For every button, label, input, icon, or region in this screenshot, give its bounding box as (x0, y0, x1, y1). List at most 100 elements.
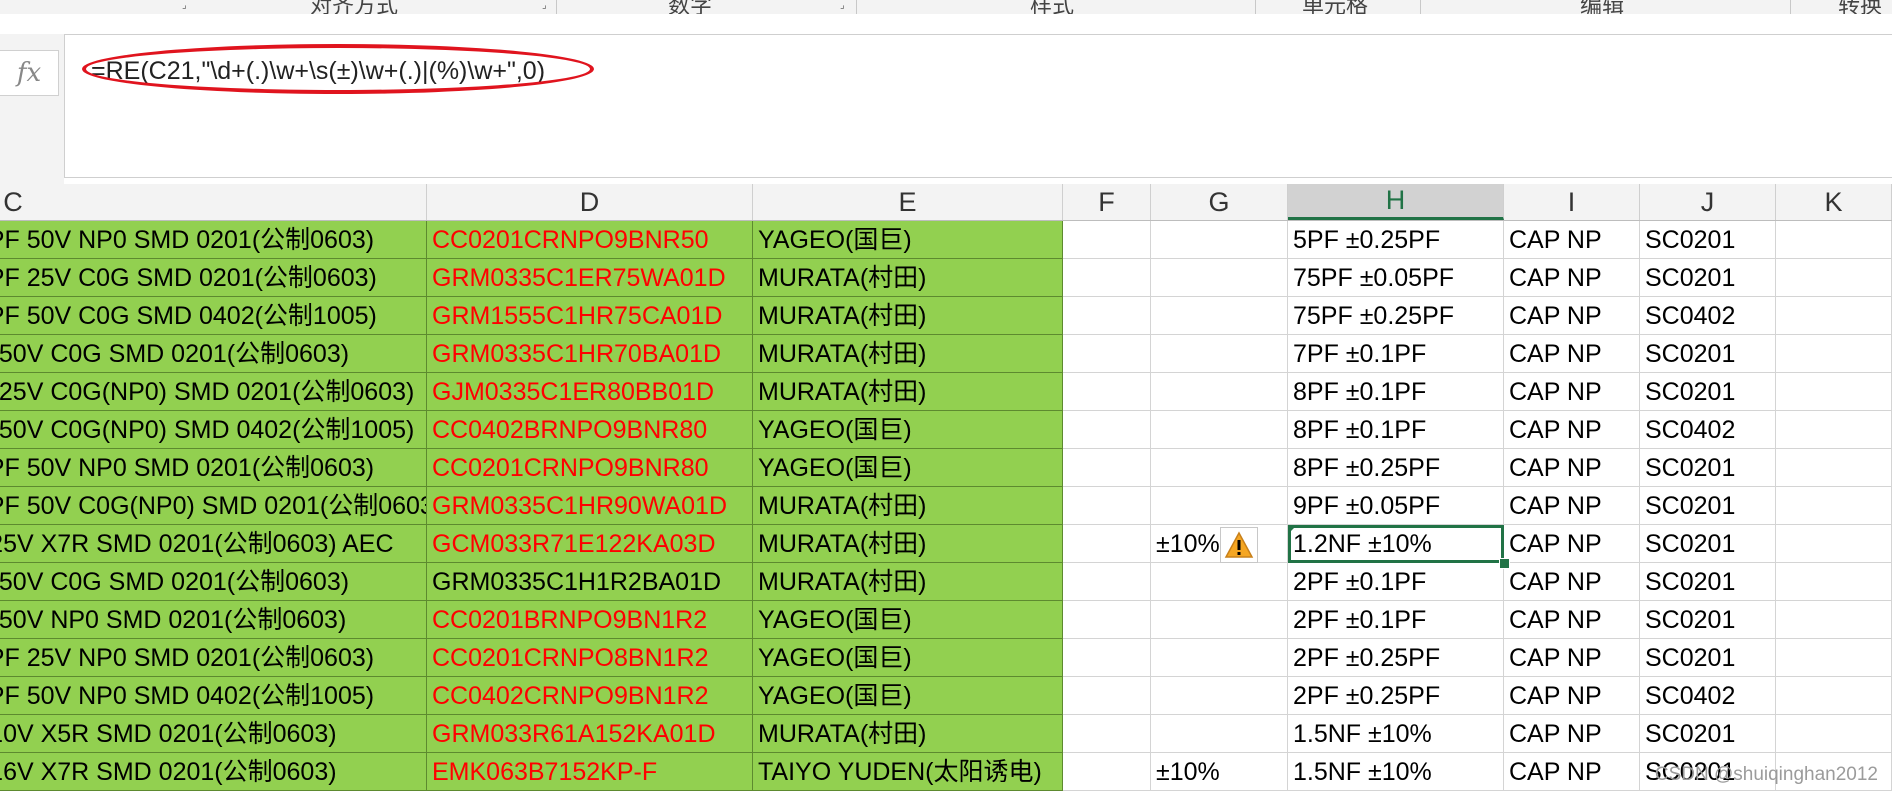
cell-manufacturer[interactable]: MURATA(村田) (753, 335, 1063, 373)
cell-f[interactable] (1063, 563, 1151, 601)
cell-manufacturer[interactable]: YAGEO(国巨) (753, 639, 1063, 677)
cell-extracted-value[interactable]: 75PF ±0.25PF (1288, 297, 1504, 335)
cell-k[interactable] (1776, 335, 1892, 373)
column-header-j[interactable]: J (1640, 184, 1776, 220)
cell-package[interactable]: SC0201 (1640, 601, 1776, 639)
cell-tolerance[interactable] (1151, 677, 1288, 715)
cell-tolerance[interactable] (1151, 297, 1288, 335)
cell-manufacturer[interactable]: MURATA(村田) (753, 487, 1063, 525)
cell-package[interactable]: SC0201 (1640, 373, 1776, 411)
cell-manufacturer[interactable]: MURATA(村田) (753, 563, 1063, 601)
cell-category[interactable]: CAP NP (1504, 259, 1640, 297)
cell-package[interactable]: SC0402 (1640, 411, 1776, 449)
cell-part-number[interactable]: CC0201CRNPO9BNR80 (427, 449, 753, 487)
dialog-launcher-icon[interactable]: ⌟ (182, 0, 187, 11)
cell-part-number[interactable]: GRM0335C1ER75WA01D (427, 259, 753, 297)
cell-f[interactable] (1063, 715, 1151, 753)
cell-manufacturer[interactable]: MURATA(村田) (753, 259, 1063, 297)
cell-f[interactable] (1063, 373, 1151, 411)
cell-manufacturer[interactable]: YAGEO(国巨) (753, 411, 1063, 449)
active-cell[interactable]: 1.2NF ±10% (1288, 525, 1504, 563)
cell-extracted-value[interactable]: 8PF ±0.1PF (1288, 373, 1504, 411)
cell-extracted-value[interactable]: 2PF ±0.1PF (1288, 563, 1504, 601)
column-header-k[interactable]: K (1776, 184, 1892, 220)
cell-package[interactable]: SC0402 (1640, 297, 1776, 335)
cell-description[interactable]: 05PF 50V C0G(NP0) SMD 0201(公制0603) (0, 487, 427, 525)
fill-handle[interactable] (1499, 558, 1510, 569)
cell-description[interactable]: 25PF 50V NP0 SMD 0201(公制0603) (0, 449, 427, 487)
cell-category[interactable]: CAP NP (1504, 563, 1640, 601)
column-header-e[interactable]: E (753, 184, 1063, 220)
cell-extracted-value[interactable]: 8PF ±0.25PF (1288, 449, 1504, 487)
cell-part-number[interactable]: CC0201CRNPO8BN1R2 (427, 639, 753, 677)
cell-extracted-value[interactable]: 7PF ±0.1PF (1288, 335, 1504, 373)
cell-f[interactable] (1063, 753, 1151, 791)
cell-k[interactable] (1776, 639, 1892, 677)
cell-category[interactable]: CAP NP (1504, 221, 1640, 259)
column-header-f[interactable]: F (1063, 184, 1151, 220)
cell-category[interactable]: CAP NP (1504, 373, 1640, 411)
cell-k[interactable] (1776, 563, 1892, 601)
cell-manufacturer[interactable]: YAGEO(国巨) (753, 221, 1063, 259)
cell-part-number[interactable]: GRM033R61A152KA01D (427, 715, 753, 753)
cell-part-number[interactable]: GJM0335C1ER80BB01D (427, 373, 753, 411)
warning-icon[interactable] (1220, 527, 1258, 563)
cell-f[interactable] (1063, 525, 1151, 563)
cell-extracted-value[interactable]: 1.5NF ±10% (1288, 753, 1504, 791)
cell-package[interactable]: SC0201 (1640, 335, 1776, 373)
cell-part-number[interactable]: CC0402CRNPO9BN1R2 (427, 677, 753, 715)
cell-tolerance[interactable] (1151, 715, 1288, 753)
cell-tolerance[interactable]: ±10% (1151, 753, 1288, 791)
cell-extracted-value[interactable]: 8PF ±0.1PF (1288, 411, 1504, 449)
cell-k[interactable] (1776, 449, 1892, 487)
cell-extracted-value[interactable]: 5PF ±0.25PF (1288, 221, 1504, 259)
cell-f[interactable] (1063, 487, 1151, 525)
cell-package[interactable]: SC0201 (1640, 449, 1776, 487)
cell-tolerance[interactable] (1151, 487, 1288, 525)
cell-k[interactable] (1776, 601, 1892, 639)
cell-extracted-value[interactable]: 2PF ±0.25PF (1288, 677, 1504, 715)
cell-category[interactable]: CAP NP (1504, 601, 1640, 639)
cell-part-number[interactable]: CC0402BRNPO9BNR80 (427, 411, 753, 449)
cell-part-number[interactable]: EMK063B7152KP-F (427, 753, 753, 791)
cell-tolerance[interactable] (1151, 639, 1288, 677)
cell-description[interactable]: PF 50V C0G SMD 0201(公制0603) (0, 563, 427, 601)
cell-part-number[interactable]: GRM1555C1HR75CA01D (427, 297, 753, 335)
cell-k[interactable] (1776, 411, 1892, 449)
cell-category[interactable]: CAP NP (1504, 297, 1640, 335)
cell-package[interactable]: SC0201 (1640, 639, 1776, 677)
cell-k[interactable] (1776, 259, 1892, 297)
cell-tolerance[interactable] (1151, 221, 1288, 259)
cell-f[interactable] (1063, 335, 1151, 373)
cell-package[interactable]: SC0201 (1640, 563, 1776, 601)
cell-category[interactable]: CAP NP (1504, 677, 1640, 715)
cell-f[interactable] (1063, 449, 1151, 487)
cell-manufacturer[interactable]: TAIYO YUDEN(太阳诱电) (753, 753, 1063, 791)
cell-extracted-value[interactable]: 9PF ±0.05PF (1288, 487, 1504, 525)
cell-f[interactable] (1063, 259, 1151, 297)
cell-k[interactable] (1776, 715, 1892, 753)
cell-k[interactable] (1776, 677, 1892, 715)
column-header-g[interactable]: G (1151, 184, 1288, 220)
cell-package[interactable]: SC0201 (1640, 715, 1776, 753)
insert-function-button[interactable]: fx (0, 50, 59, 96)
cell-category[interactable]: CAP NP (1504, 715, 1640, 753)
cell-part-number[interactable]: GRM0335C1HR70BA01D (427, 335, 753, 373)
column-header-d[interactable]: D (427, 184, 753, 220)
cell-manufacturer[interactable]: MURATA(村田) (753, 297, 1063, 335)
cell-category[interactable]: CAP NP (1504, 335, 1640, 373)
cell-category[interactable]: CAP NP (1504, 411, 1640, 449)
cell-package[interactable]: SC0201 (1640, 221, 1776, 259)
cell-part-number[interactable]: GRM0335C1HR90WA01D (427, 487, 753, 525)
cell-tolerance[interactable] (1151, 563, 1288, 601)
cell-part-number[interactable]: GRM0335C1H1R2BA01D (427, 563, 753, 601)
cell-part-number[interactable]: GCM033R71E122KA03D (427, 525, 753, 563)
cell-package[interactable]: SC0201 (1640, 259, 1776, 297)
cell-k[interactable] (1776, 525, 1892, 563)
cell-category[interactable]: CAP NP (1504, 525, 1640, 563)
cell-category[interactable]: CAP NP (1504, 449, 1640, 487)
cell-f[interactable] (1063, 221, 1151, 259)
cell-f[interactable] (1063, 639, 1151, 677)
cell-description[interactable]: % 10V X5R SMD 0201(公制0603) (0, 715, 427, 753)
cell-extracted-value[interactable]: 1.5NF ±10% (1288, 715, 1504, 753)
